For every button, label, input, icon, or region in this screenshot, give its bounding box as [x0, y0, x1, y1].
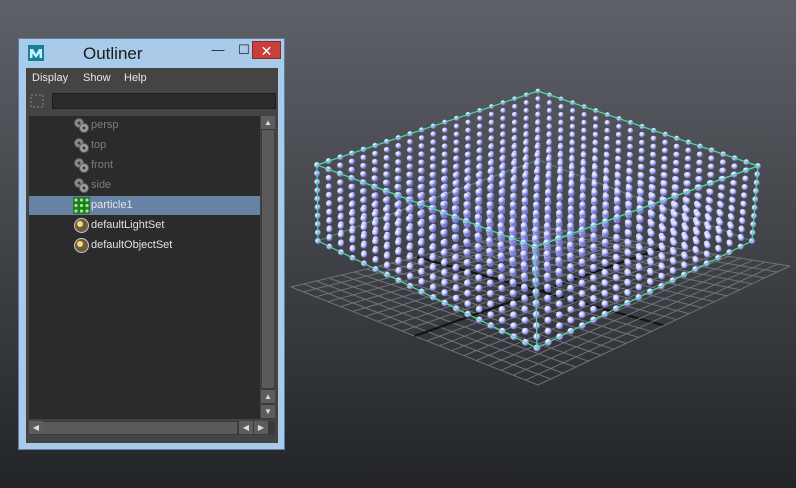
- outliner-item-label: front: [91, 159, 114, 171]
- ground-grid: [290, 226, 791, 386]
- outliner-item-label: side: [91, 179, 112, 191]
- vertical-scrollbar[interactable]: ▲ ▲ ▼: [261, 116, 275, 419]
- vertical-scroll-thumb[interactable]: [262, 130, 274, 388]
- scroll-right-button[interactable]: ▶: [254, 421, 268, 434]
- title-bar[interactable]: Outliner — ☐ ✕: [19, 39, 284, 67]
- outliner-item-top[interactable]: top: [29, 136, 260, 155]
- camera-icon: [74, 138, 89, 153]
- scroll-down-button[interactable]: ▼: [261, 405, 275, 418]
- outliner-item-label: defaultLightSet: [91, 219, 165, 231]
- outliner-item-label: particle1: [91, 199, 133, 211]
- scroll-up-button[interactable]: ▲: [261, 116, 275, 129]
- outliner-window[interactable]: Outliner — ☐ ✕ Display Show Help persp t…: [18, 38, 285, 450]
- maya-logo-icon: [28, 45, 44, 61]
- outliner-item-label: top: [91, 139, 107, 151]
- outliner-item-particle1[interactable]: particle1: [29, 196, 260, 215]
- horizontal-scrollbar[interactable]: ◀ ◀ ▶: [29, 421, 275, 435]
- camera-icon: [74, 118, 89, 133]
- outliner-panel: Display Show Help persp top front side p…: [26, 68, 278, 443]
- particle-icon: [73, 197, 90, 214]
- horizontal-scroll-thumb[interactable]: [43, 422, 237, 434]
- menu-bar: Display Show Help: [26, 68, 278, 90]
- set-icon: [74, 238, 89, 253]
- camera-icon: [74, 158, 89, 173]
- outliner-list[interactable]: persp top front side particle1 defaultLi…: [29, 116, 260, 419]
- filter-icon[interactable]: [30, 94, 44, 108]
- outliner-item-side[interactable]: side: [29, 176, 260, 195]
- menu-help[interactable]: Help: [124, 72, 147, 84]
- minimize-button[interactable]: —: [205, 41, 231, 59]
- outliner-item-defaultlightset[interactable]: defaultLightSet: [29, 216, 260, 235]
- scroll-left-button[interactable]: ◀: [29, 421, 43, 434]
- menu-display[interactable]: Display: [32, 72, 68, 84]
- scroll-up-button-lower[interactable]: ▲: [261, 390, 275, 403]
- outliner-item-defaultobjectset[interactable]: defaultObjectSet: [29, 236, 260, 255]
- window-title: Outliner: [83, 44, 143, 63]
- particle-field[interactable]: [314, 88, 761, 352]
- outliner-item-label: persp: [91, 119, 119, 131]
- camera-icon: [74, 178, 89, 193]
- menu-show[interactable]: Show: [83, 72, 111, 84]
- set-icon: [74, 218, 89, 233]
- outliner-item-front[interactable]: front: [29, 156, 260, 175]
- filter-input[interactable]: [52, 93, 276, 109]
- scroll-left-button-lower[interactable]: ◀: [239, 421, 253, 434]
- outliner-item-label: defaultObjectSet: [91, 239, 173, 251]
- filter-bar: [26, 90, 278, 114]
- outliner-item-persp[interactable]: persp: [29, 116, 260, 135]
- close-button[interactable]: ✕: [252, 41, 281, 59]
